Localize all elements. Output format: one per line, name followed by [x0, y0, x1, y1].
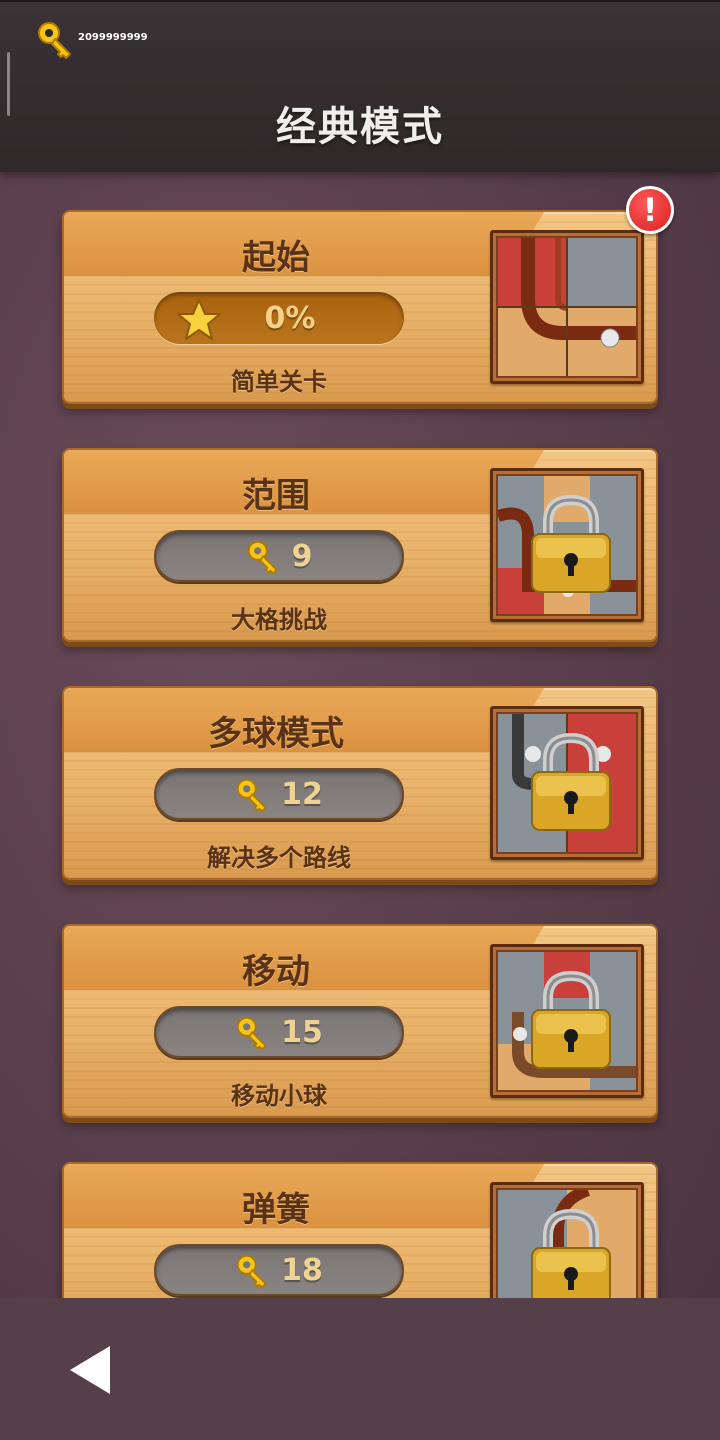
padlock-icon — [531, 970, 611, 1069]
progress-pill: 0% — [154, 292, 404, 344]
page-title: 经典模式 — [276, 104, 444, 150]
mode-subtitle: 简单关卡 — [231, 368, 327, 396]
mode-card-multiball[interactable]: 多球模式 12 解决多个路线 — [62, 686, 658, 880]
mode-card-move[interactable]: 移动 15 移动小球 — [62, 924, 658, 1118]
progress-value: 0% — [264, 300, 316, 336]
unlock-cost: 9 — [291, 538, 313, 574]
mode-card-start[interactable]: 起始 0% 简单关卡 — [62, 210, 658, 404]
mode-title: 弹簧 — [242, 1190, 310, 1230]
mode-title: 移动 — [242, 952, 310, 992]
top-bar: 2099999999 经典模式 — [0, 0, 720, 172]
bottom-bar — [0, 1298, 720, 1440]
mode-title: 多球模式 — [208, 714, 344, 754]
mode-subtitle: 解决多个路线 — [207, 844, 351, 872]
mode-list[interactable]: 起始 0% 简单关卡 范围 9 大格挑战 多球模式 12 解决多个路线 移动 1… — [0, 172, 720, 1298]
mode-card-range[interactable]: 范围 9 大格挑战 — [62, 448, 658, 642]
key-icon — [236, 778, 267, 813]
key-icon — [236, 1016, 267, 1051]
unlock-cost: 12 — [281, 776, 323, 812]
unlock-cost-pill: 9 — [154, 530, 404, 582]
key-icon — [38, 22, 71, 59]
padlock-icon — [531, 1208, 611, 1298]
mode-subtitle: 大格挑战 — [231, 606, 327, 634]
mode-title: 起始 — [242, 238, 310, 278]
unlock-cost: 18 — [281, 1252, 323, 1288]
key-count: 2099999999 — [78, 31, 148, 43]
unlock-cost-pill: 18 — [154, 1244, 404, 1296]
pipe-puzzle-thumbnail — [490, 230, 644, 384]
new-alert-badge: ! — [626, 186, 674, 234]
star-icon — [177, 299, 221, 340]
unlock-cost-pill: 12 — [154, 768, 404, 820]
mode-title: 范围 — [242, 476, 310, 516]
padlock-icon — [531, 732, 611, 831]
mode-subtitle: 移动小球 — [231, 1082, 327, 1110]
key-icon — [247, 540, 278, 575]
key-counter: 2099999999 — [36, 20, 148, 62]
padlock-icon — [531, 494, 611, 593]
mode-card-spring[interactable]: 弹簧 18 — [62, 1162, 658, 1298]
unlock-cost: 15 — [281, 1014, 323, 1050]
unlock-cost-pill: 15 — [154, 1006, 404, 1058]
key-icon — [236, 1254, 267, 1289]
back-triangle-icon[interactable] — [68, 1344, 112, 1396]
